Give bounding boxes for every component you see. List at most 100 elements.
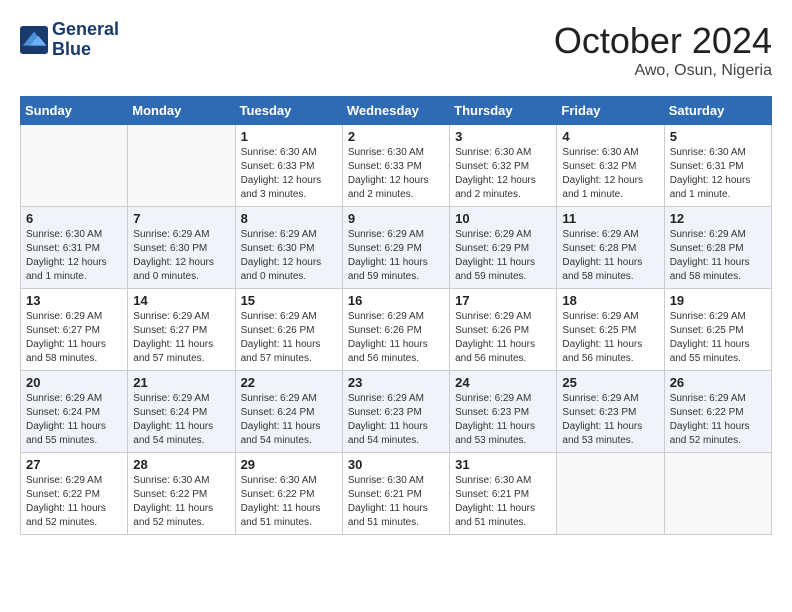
day-number: 23 <box>348 375 444 390</box>
day-info: Sunrise: 6:29 AM Sunset: 6:26 PM Dayligh… <box>241 310 337 366</box>
day-number: 4 <box>562 129 658 144</box>
day-number: 10 <box>455 211 551 226</box>
day-info: Sunrise: 6:29 AM Sunset: 6:22 PM Dayligh… <box>26 474 122 530</box>
calendar-cell: 4 Sunrise: 6:30 AM Sunset: 6:32 PM Daylig… <box>557 125 664 207</box>
day-number: 1 <box>241 129 337 144</box>
day-number: 24 <box>455 375 551 390</box>
month-title: October 2024 <box>554 20 772 62</box>
calendar-cell <box>21 125 128 207</box>
day-info: Sunrise: 6:30 AM Sunset: 6:21 PM Dayligh… <box>348 474 444 530</box>
day-number: 25 <box>562 375 658 390</box>
day-info: Sunrise: 6:29 AM Sunset: 6:25 PM Dayligh… <box>562 310 658 366</box>
day-info: Sunrise: 6:30 AM Sunset: 6:22 PM Dayligh… <box>133 474 229 530</box>
weekday-header: Saturday <box>664 97 771 125</box>
weekday-header: Wednesday <box>342 97 449 125</box>
day-info: Sunrise: 6:30 AM Sunset: 6:31 PM Dayligh… <box>26 228 122 284</box>
day-number: 16 <box>348 293 444 308</box>
calendar-cell: 15 Sunrise: 6:29 AM Sunset: 6:26 PM Dayli… <box>235 289 342 371</box>
calendar-cell: 25 Sunrise: 6:29 AM Sunset: 6:23 PM Dayli… <box>557 371 664 453</box>
calendar-cell: 12 Sunrise: 6:29 AM Sunset: 6:28 PM Dayli… <box>664 207 771 289</box>
day-info: Sunrise: 6:30 AM Sunset: 6:33 PM Dayligh… <box>241 146 337 202</box>
calendar-cell: 24 Sunrise: 6:29 AM Sunset: 6:23 PM Dayli… <box>450 371 557 453</box>
day-info: Sunrise: 6:29 AM Sunset: 6:23 PM Dayligh… <box>348 392 444 448</box>
location-title: Awo, Osun, Nigeria <box>554 62 772 80</box>
calendar-week-row: 20 Sunrise: 6:29 AM Sunset: 6:24 PM Dayli… <box>21 371 772 453</box>
page-header: General Blue October 2024 Awo, Osun, Nig… <box>20 20 772 80</box>
calendar-cell: 31 Sunrise: 6:30 AM Sunset: 6:21 PM Dayli… <box>450 453 557 535</box>
day-info: Sunrise: 6:29 AM Sunset: 6:26 PM Dayligh… <box>348 310 444 366</box>
day-info: Sunrise: 6:29 AM Sunset: 6:30 PM Dayligh… <box>133 228 229 284</box>
calendar-table: SundayMondayTuesdayWednesdayThursdayFrid… <box>20 96 772 535</box>
calendar-cell: 23 Sunrise: 6:29 AM Sunset: 6:23 PM Dayli… <box>342 371 449 453</box>
day-info: Sunrise: 6:29 AM Sunset: 6:30 PM Dayligh… <box>241 228 337 284</box>
day-info: Sunrise: 6:29 AM Sunset: 6:25 PM Dayligh… <box>670 310 766 366</box>
calendar-cell: 3 Sunrise: 6:30 AM Sunset: 6:32 PM Daylig… <box>450 125 557 207</box>
calendar-cell: 19Sunrise: 6:29 AM Sunset: 6:25 PM Dayli… <box>664 289 771 371</box>
calendar-cell <box>128 125 235 207</box>
weekday-header: Sunday <box>21 97 128 125</box>
day-info: Sunrise: 6:30 AM Sunset: 6:32 PM Dayligh… <box>562 146 658 202</box>
day-number: 28 <box>133 457 229 472</box>
day-info: Sunrise: 6:30 AM Sunset: 6:33 PM Dayligh… <box>348 146 444 202</box>
calendar-cell: 1 Sunrise: 6:30 AM Sunset: 6:33 PM Daylig… <box>235 125 342 207</box>
calendar-cell: 10Sunrise: 6:29 AM Sunset: 6:29 PM Dayli… <box>450 207 557 289</box>
day-info: Sunrise: 6:29 AM Sunset: 6:24 PM Dayligh… <box>241 392 337 448</box>
weekday-header-row: SundayMondayTuesdayWednesdayThursdayFrid… <box>21 97 772 125</box>
weekday-header: Thursday <box>450 97 557 125</box>
day-number: 27 <box>26 457 122 472</box>
day-number: 14 <box>133 293 229 308</box>
logo-text: General Blue <box>52 20 119 60</box>
calendar-cell: 11 Sunrise: 6:29 AM Sunset: 6:28 PM Dayli… <box>557 207 664 289</box>
calendar-cell: 9Sunrise: 6:29 AM Sunset: 6:29 PM Daylig… <box>342 207 449 289</box>
day-info: Sunrise: 6:29 AM Sunset: 6:24 PM Dayligh… <box>26 392 122 448</box>
calendar-cell: 14Sunrise: 6:29 AM Sunset: 6:27 PM Dayli… <box>128 289 235 371</box>
day-info: Sunrise: 6:30 AM Sunset: 6:21 PM Dayligh… <box>455 474 551 530</box>
weekday-header: Friday <box>557 97 664 125</box>
calendar-cell: 21 Sunrise: 6:29 AM Sunset: 6:24 PM Dayli… <box>128 371 235 453</box>
logo: General Blue <box>20 20 119 60</box>
day-number: 21 <box>133 375 229 390</box>
calendar-cell: 20 Sunrise: 6:29 AM Sunset: 6:24 PM Dayli… <box>21 371 128 453</box>
day-number: 3 <box>455 129 551 144</box>
calendar-week-row: 6 Sunrise: 6:30 AM Sunset: 6:31 PM Daylig… <box>21 207 772 289</box>
day-info: Sunrise: 6:30 AM Sunset: 6:32 PM Dayligh… <box>455 146 551 202</box>
calendar-cell: 8 Sunrise: 6:29 AM Sunset: 6:30 PM Daylig… <box>235 207 342 289</box>
day-number: 15 <box>241 293 337 308</box>
calendar-cell: 30 Sunrise: 6:30 AM Sunset: 6:21 PM Dayli… <box>342 453 449 535</box>
day-info: Sunrise: 6:30 AM Sunset: 6:31 PM Dayligh… <box>670 146 766 202</box>
calendar-week-row: 13 Sunrise: 6:29 AM Sunset: 6:27 PM Dayli… <box>21 289 772 371</box>
day-number: 29 <box>241 457 337 472</box>
day-number: 20 <box>26 375 122 390</box>
day-info: Sunrise: 6:29 AM Sunset: 6:23 PM Dayligh… <box>562 392 658 448</box>
day-info: Sunrise: 6:29 AM Sunset: 6:28 PM Dayligh… <box>562 228 658 284</box>
calendar-cell <box>664 453 771 535</box>
day-number: 30 <box>348 457 444 472</box>
calendar-cell: 6 Sunrise: 6:30 AM Sunset: 6:31 PM Daylig… <box>21 207 128 289</box>
day-info: Sunrise: 6:29 AM Sunset: 6:24 PM Dayligh… <box>133 392 229 448</box>
day-info: Sunrise: 6:29 AM Sunset: 6:22 PM Dayligh… <box>670 392 766 448</box>
calendar-cell: 29 Sunrise: 6:30 AM Sunset: 6:22 PM Dayli… <box>235 453 342 535</box>
title-block: October 2024 Awo, Osun, Nigeria <box>554 20 772 80</box>
day-number: 6 <box>26 211 122 226</box>
day-number: 8 <box>241 211 337 226</box>
day-number: 7 <box>133 211 229 226</box>
day-info: Sunrise: 6:30 AM Sunset: 6:22 PM Dayligh… <box>241 474 337 530</box>
calendar-cell: 27 Sunrise: 6:29 AM Sunset: 6:22 PM Dayli… <box>21 453 128 535</box>
day-number: 13 <box>26 293 122 308</box>
day-number: 5 <box>670 129 766 144</box>
calendar-cell: 7 Sunrise: 6:29 AM Sunset: 6:30 PM Daylig… <box>128 207 235 289</box>
day-info: Sunrise: 6:29 AM Sunset: 6:23 PM Dayligh… <box>455 392 551 448</box>
day-info: Sunrise: 6:29 AM Sunset: 6:29 PM Dayligh… <box>348 228 444 284</box>
day-number: 12 <box>670 211 766 226</box>
day-number: 31 <box>455 457 551 472</box>
calendar-cell: 17Sunrise: 6:29 AM Sunset: 6:26 PM Dayli… <box>450 289 557 371</box>
calendar-cell <box>557 453 664 535</box>
day-info: Sunrise: 6:29 AM Sunset: 6:27 PM Dayligh… <box>26 310 122 366</box>
day-number: 26 <box>670 375 766 390</box>
day-number: 11 <box>562 211 658 226</box>
calendar-cell: 22Sunrise: 6:29 AM Sunset: 6:24 PM Dayli… <box>235 371 342 453</box>
day-info: Sunrise: 6:29 AM Sunset: 6:28 PM Dayligh… <box>670 228 766 284</box>
calendar-cell: 16 Sunrise: 6:29 AM Sunset: 6:26 PM Dayli… <box>342 289 449 371</box>
calendar-cell: 2Sunrise: 6:30 AM Sunset: 6:33 PM Daylig… <box>342 125 449 207</box>
calendar-cell: 5 Sunrise: 6:30 AM Sunset: 6:31 PM Daylig… <box>664 125 771 207</box>
